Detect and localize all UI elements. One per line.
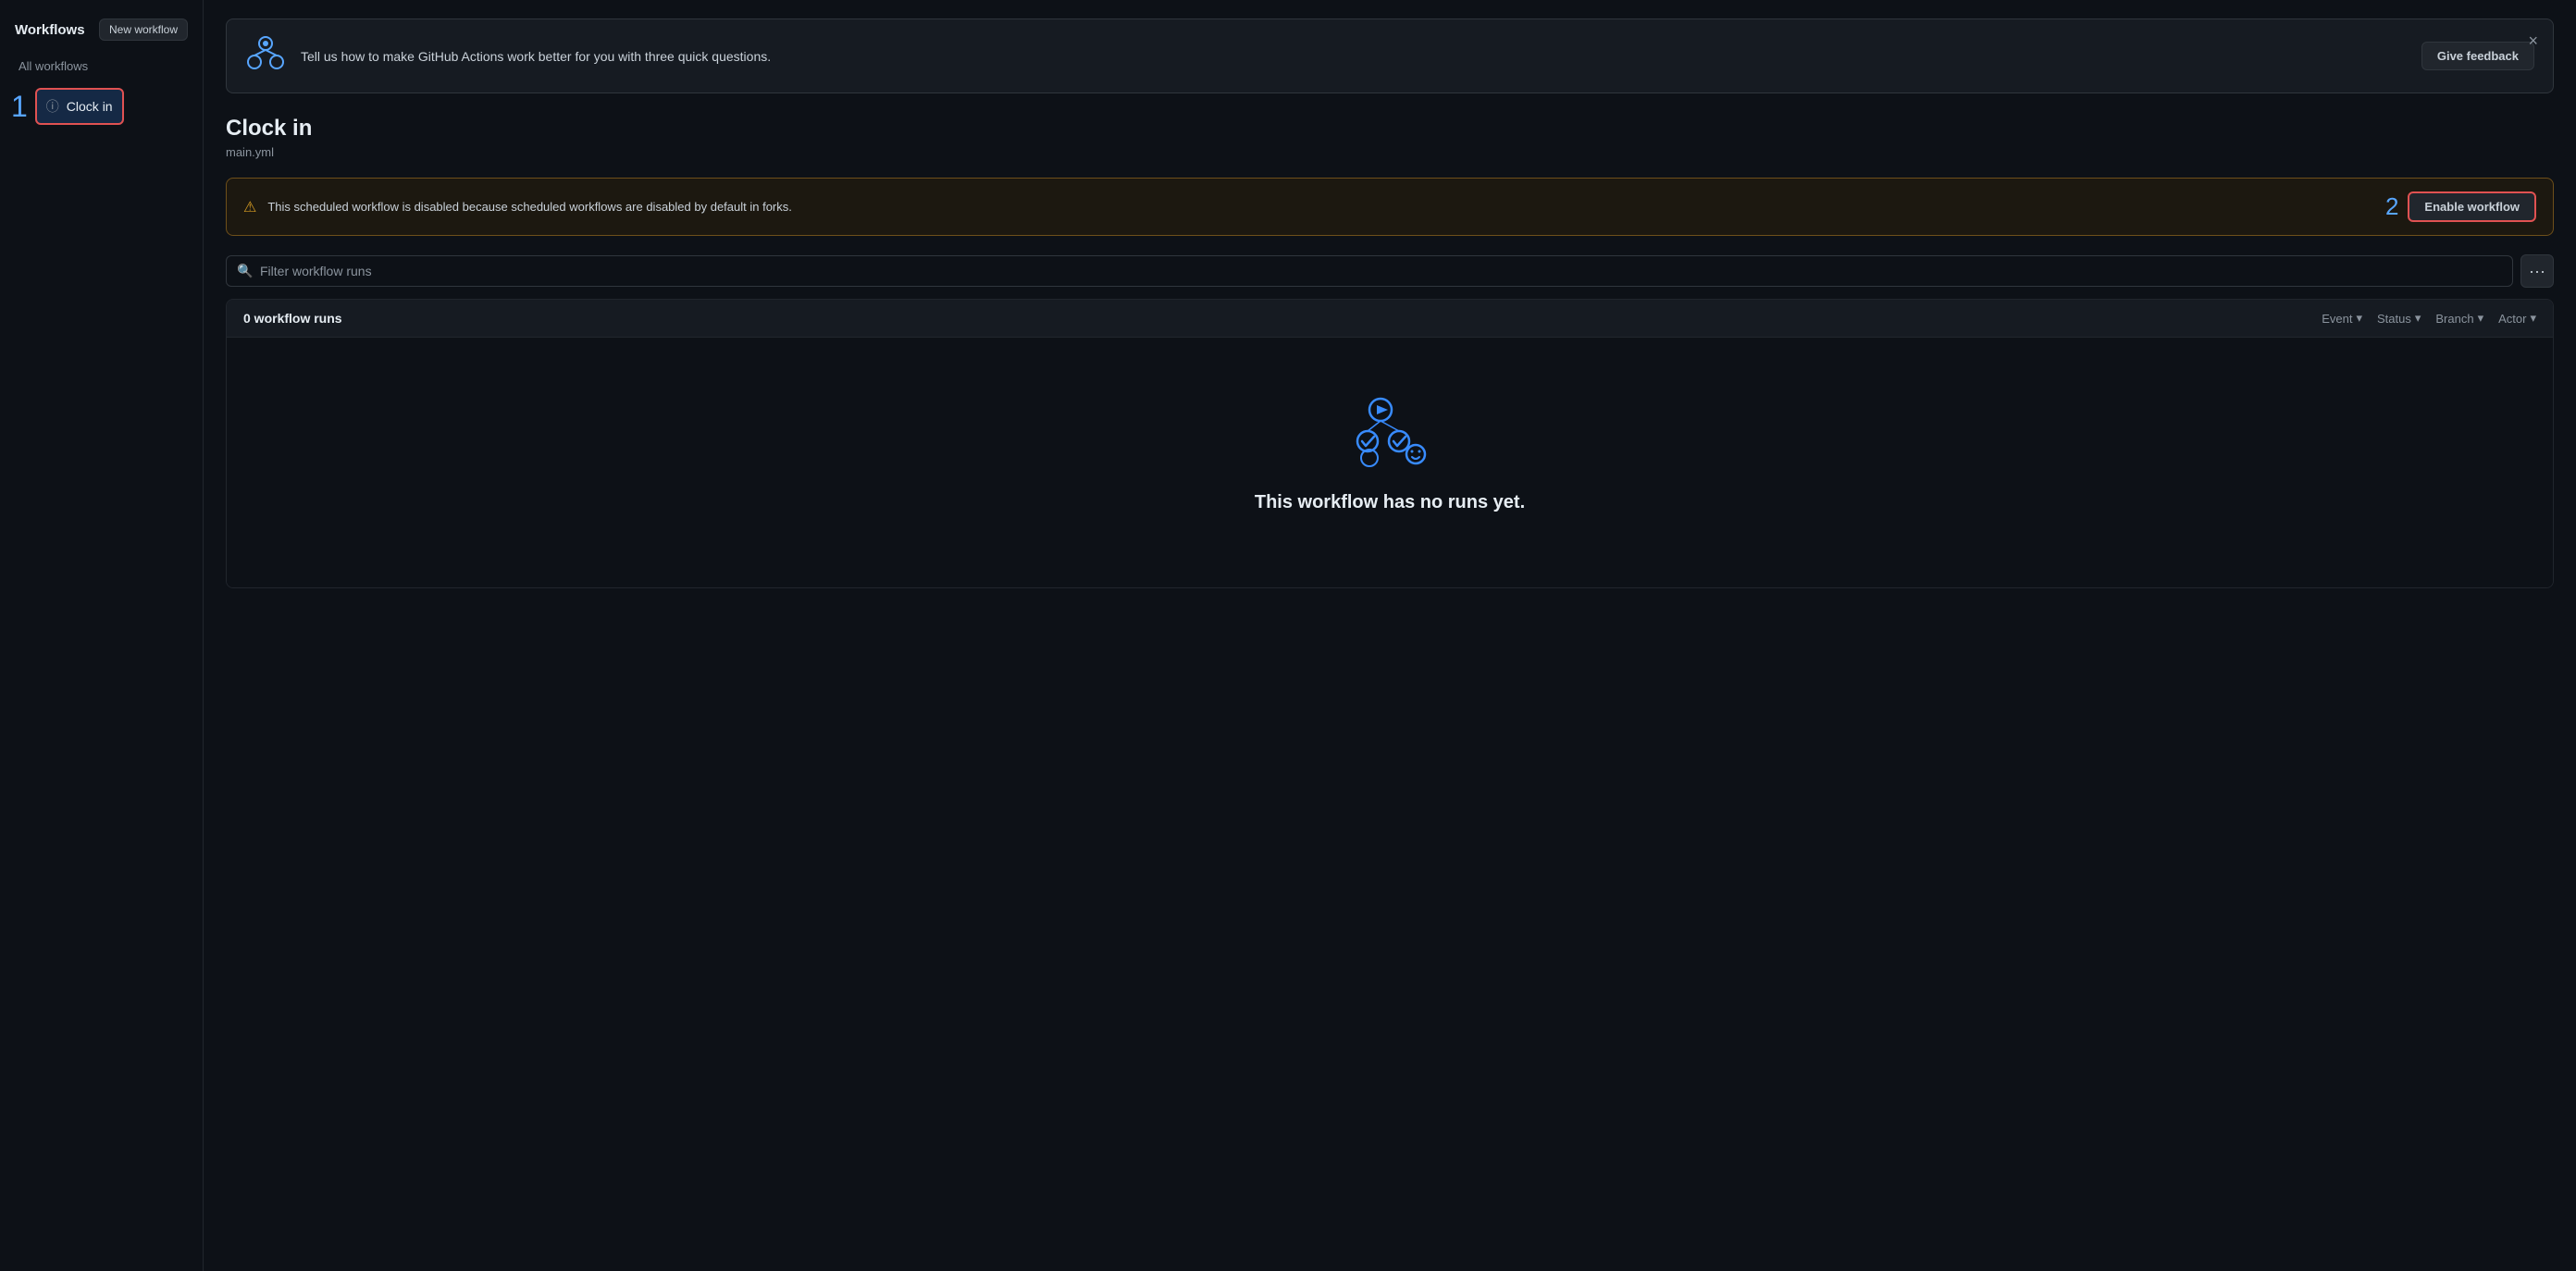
warning-text: This scheduled workflow is disabled beca… [267,200,2374,214]
runs-table-header: 0 workflow runs Event ▾ Status ▾ Branch … [227,300,2553,338]
warning-icon: ⚠ [243,198,256,216]
all-workflows-link[interactable]: All workflows [11,56,192,77]
branch-filter-button[interactable]: Branch ▾ [2435,311,2483,326]
new-workflow-button[interactable]: New workflow [99,19,188,41]
event-chevron-icon: ▾ [2356,311,2362,326]
branch-chevron-icon: ▾ [2478,311,2484,326]
workflow-subtitle: main.yml [226,145,2554,159]
event-filter-label: Event [2322,312,2352,326]
give-feedback-button[interactable]: Give feedback [2421,42,2534,70]
warning-btn-row: 2 Enable workflow [2385,191,2536,222]
actor-filter-button[interactable]: Actor ▾ [2498,311,2536,326]
sidebar-header: Workflows New workflow [11,19,192,41]
runs-table: 0 workflow runs Event ▾ Status ▾ Branch … [226,299,2554,588]
sidebar-item-clock-in[interactable]: ⓘ Clock in [35,88,124,125]
event-filter-button[interactable]: Event ▾ [2322,311,2362,326]
status-filter-button[interactable]: Status ▾ [2377,311,2421,326]
sidebar: Workflows New workflow All workflows 1 ⓘ… [0,0,204,1271]
filter-input-wrap: 🔍 [226,255,2513,287]
close-banner-button[interactable]: × [2524,29,2542,53]
actor-filter-label: Actor [2498,312,2526,326]
warning-banner: ⚠ This scheduled workflow is disabled be… [226,178,2554,236]
main-content: Tell us how to make GitHub Actions work … [204,0,2576,1271]
workflow-number-1: 1 [11,92,28,121]
sidebar-item-label-1: Clock in [67,99,113,114]
feedback-banner: Tell us how to make GitHub Actions work … [226,19,2554,93]
runs-count: 0 workflow runs [243,311,342,326]
filter-workflow-runs-input[interactable] [226,255,2513,287]
actor-chevron-icon: ▾ [2530,311,2536,326]
workflow-item-row-1: 1 ⓘ Clock in [11,88,192,125]
step-number-2: 2 [2385,192,2398,221]
empty-state: This workflow has no runs yet. [227,338,2553,587]
actions-icon [245,34,286,78]
search-icon: 🔍 [237,264,253,279]
branch-filter-label: Branch [2435,312,2473,326]
workflow-title: Clock in [226,116,2554,142]
filter-row: 🔍 ··· [226,254,2554,288]
status-filter-label: Status [2377,312,2411,326]
status-chevron-icon: ▾ [2415,311,2421,326]
sidebar-title: Workflows [15,22,85,38]
more-options-button[interactable]: ··· [2520,254,2554,288]
empty-state-title: This workflow has no runs yet. [1255,492,1525,513]
enable-workflow-button[interactable]: Enable workflow [2408,191,2536,222]
feedback-banner-text: Tell us how to make GitHub Actions work … [301,49,2407,64]
runs-filters: Event ▾ Status ▾ Branch ▾ Actor ▾ [2322,311,2536,326]
empty-state-icon [1353,393,1427,470]
workflow-item-icon-1: ⓘ [46,97,59,116]
